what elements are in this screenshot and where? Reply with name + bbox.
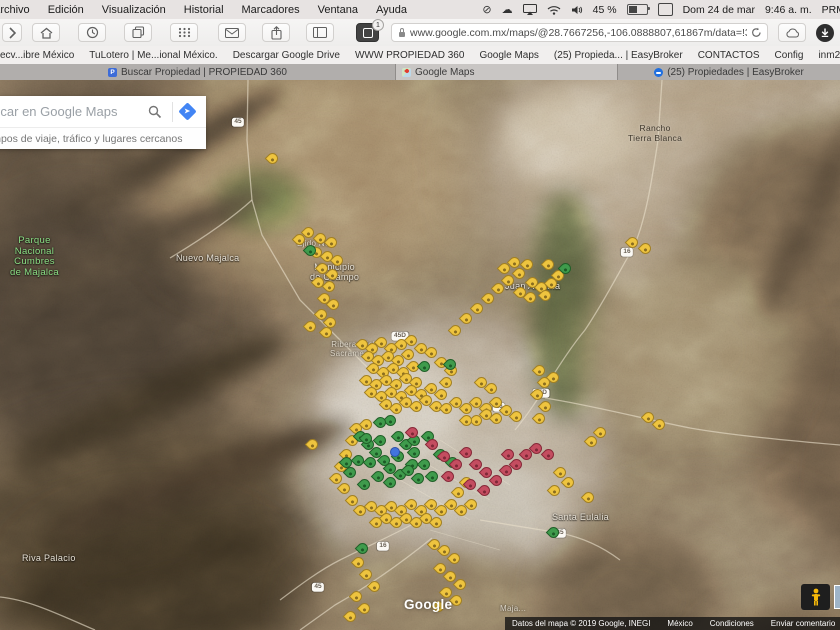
tab-google-maps[interactable]: Google Maps	[396, 64, 618, 80]
attribution-bar: Datos del mapa © 2019 Google, INEGI Méxic…	[505, 617, 840, 630]
macos-menu-bar: Archivo Edición Visualización Historial Marc…	[0, 0, 840, 20]
tab-easybroker[interactable]: (25) Propiedades | EasyBroker	[618, 64, 840, 80]
bookmark-item[interactable]: (25) Propieda... | EasyBroker	[554, 50, 683, 61]
cloud-icon[interactable]: ☁	[502, 3, 513, 17]
map-canvas[interactable]: ParqueNacionalCumbresde MajalcaNuevo Maj…	[0, 80, 840, 630]
commute-suggestion[interactable]: Tiempos de viaje, tráfico y lugares cerc…	[0, 127, 206, 149]
propiedad360-favicon: P	[108, 68, 117, 77]
tab-label: Google Maps	[415, 67, 474, 78]
attribution-text: Datos del mapa © 2019 Google, INEGI	[512, 619, 650, 628]
menu-item[interactable]: Historial	[184, 4, 224, 16]
directions-arrow-icon: ➤	[184, 107, 191, 115]
extension-badge: 1	[372, 19, 384, 31]
extension-button[interactable]: 1	[356, 23, 379, 42]
menu-item[interactable]: Ayuda	[376, 4, 407, 16]
url-text: www.google.com.mx/maps/@28.7667256,-106.…	[410, 27, 747, 39]
battery-icon	[627, 4, 648, 15]
google-maps-favicon	[402, 68, 411, 77]
tab-bar: P Buscar Propiedad | PROPIEDAD 360 Googl…	[0, 64, 840, 80]
road-shield: 16	[377, 542, 389, 551]
search-divider	[172, 102, 173, 122]
bookmark-item[interactable]: Config	[775, 50, 804, 61]
bookmark-item[interactable]: CONTACTOS	[698, 50, 760, 61]
attribution-link[interactable]: Enviar comentario	[771, 619, 835, 628]
home-button[interactable]	[32, 23, 60, 42]
pegman-control[interactable]	[801, 584, 830, 610]
easybroker-favicon	[654, 68, 663, 77]
directions-button[interactable]: ➤	[178, 102, 196, 120]
map-blue-dot[interactable]	[390, 447, 400, 457]
download-button[interactable]	[816, 24, 834, 42]
bookmark-item[interactable]: inm24 prmx	[818, 50, 840, 61]
icloud-button[interactable]	[778, 23, 806, 42]
menu-bar-status: ⊘ ☁ 45 % Dom 24 de mar 9:46 a. m. PRMX	[482, 0, 840, 19]
menu-item[interactable]: Archivo	[0, 4, 30, 16]
frequently-visited-button[interactable]	[170, 23, 198, 42]
pegman-icon	[811, 588, 821, 606]
roads-layer	[0, 80, 840, 630]
search-icon[interactable]	[148, 105, 162, 119]
menu-item[interactable]: Marcadores	[242, 4, 300, 16]
bookmarks-bar: ecv...ibre México TuLotero | Me...ional M…	[0, 46, 840, 65]
search-input[interactable]: Buscar en Google Maps	[0, 104, 148, 119]
address-bar[interactable]: www.google.com.mx/maps/@28.7667256,-106.…	[391, 23, 768, 42]
menu-bar-user[interactable]: PRMX	[822, 4, 840, 16]
maps-search-panel: Buscar en Google Maps ➤ Tiempos de viaje…	[0, 96, 206, 149]
history-button[interactable]	[78, 23, 106, 42]
input-source-icon[interactable]	[658, 3, 673, 16]
road-shield: 45	[312, 583, 324, 592]
menu-bar-time[interactable]: 9:46 a. m.	[765, 4, 812, 16]
tab-label: Buscar Propiedad | PROPIEDAD 360	[121, 67, 287, 78]
bookmark-item[interactable]: TuLotero | Me...ional México.	[89, 50, 217, 61]
mail-button[interactable]	[218, 23, 246, 42]
maps-search-box[interactable]: Buscar en Google Maps ➤	[0, 96, 206, 127]
road-shield: 16	[621, 248, 633, 257]
sidebar-button[interactable]	[306, 23, 334, 42]
menu-bar-date[interactable]: Dom 24 de mar	[683, 4, 755, 16]
forward-button[interactable]	[2, 23, 22, 42]
menu-item[interactable]: Ventana	[318, 4, 358, 16]
road-shield: 45	[232, 118, 244, 127]
attribution-link[interactable]: Condiciones	[710, 619, 754, 628]
extension-icon	[363, 28, 373, 38]
share-button[interactable]	[262, 23, 290, 42]
battery-percent: 45 %	[593, 4, 617, 16]
volume-icon[interactable]	[571, 3, 583, 17]
menu-item[interactable]: Edición	[48, 4, 84, 16]
tab-overview-button[interactable]	[124, 23, 152, 42]
map-type-thumbnail[interactable]	[834, 585, 840, 609]
safari-toolbar: 1 www.google.com.mx/maps/@28.7667256,-10…	[0, 19, 840, 47]
bookmark-item[interactable]: ecv...ibre México	[0, 50, 74, 61]
wifi-icon[interactable]	[547, 3, 561, 17]
lock-icon	[399, 32, 405, 37]
tab-label: (25) Propiedades | EasyBroker	[667, 67, 804, 78]
menu-bar-items: Archivo Edición Visualización Historial Marc…	[0, 4, 407, 16]
do-not-disturb-icon[interactable]: ⊘	[482, 3, 491, 17]
airplay-icon[interactable]	[523, 3, 537, 17]
reload-icon[interactable]	[751, 27, 762, 38]
google-watermark: Google	[404, 597, 452, 612]
bookmark-item[interactable]: Google Maps	[479, 50, 538, 61]
tab-propiedad360[interactable]: P Buscar Propiedad | PROPIEDAD 360	[0, 64, 396, 80]
attribution-link[interactable]: México	[667, 619, 692, 628]
bookmark-item[interactable]: WWW PROPIEDAD 360	[355, 50, 464, 61]
bookmark-item[interactable]: Descargar Google Drive	[233, 50, 340, 61]
menu-item[interactable]: Visualización	[102, 4, 166, 16]
